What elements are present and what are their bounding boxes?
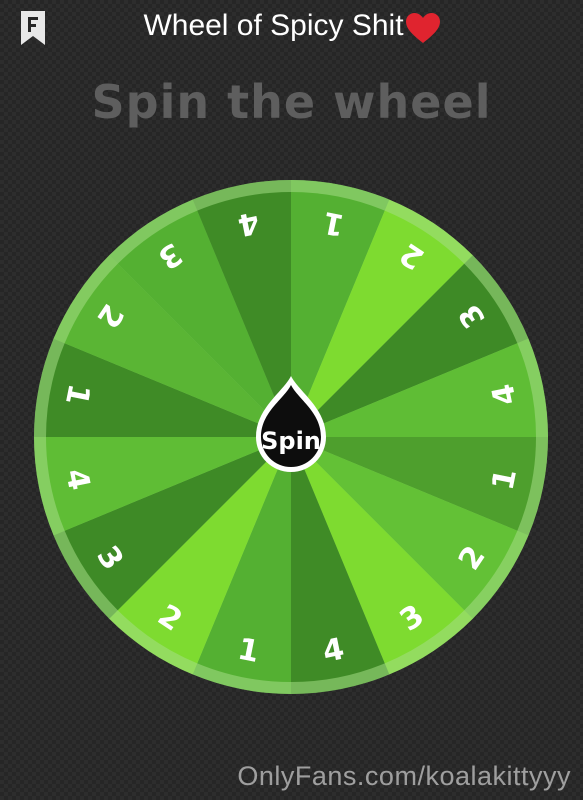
- spinner-wheel[interactable]: 1234123412341234 Spin: [0, 0, 583, 800]
- spin-button-label[interactable]: Spin: [261, 427, 321, 455]
- watermark: OnlyFans.com/koalakittyyy: [237, 761, 571, 791]
